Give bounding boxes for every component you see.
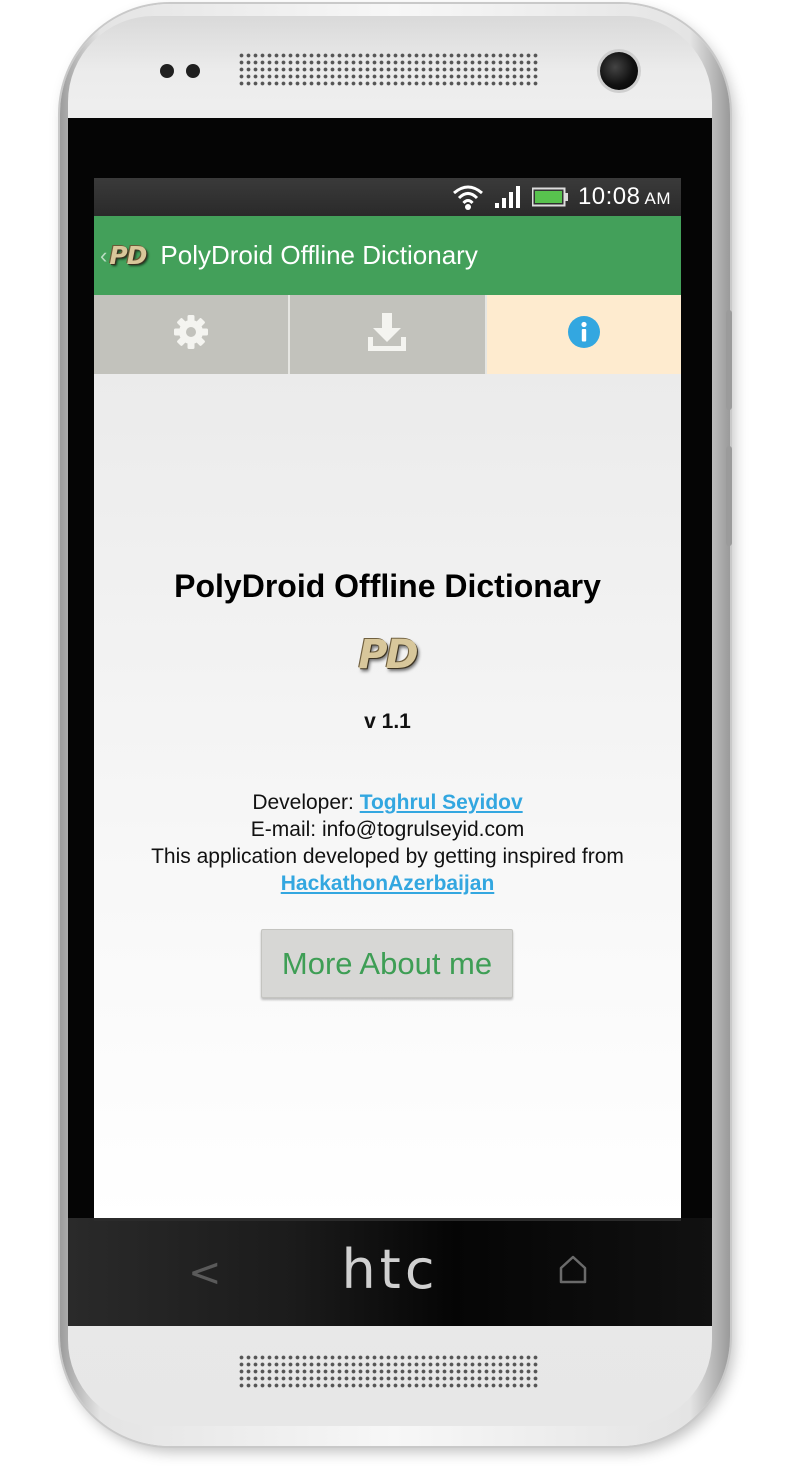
action-bar[interactable]: ‹ PD PolyDroid Offline Dictionary	[94, 216, 681, 295]
more-about-me-button[interactable]: More About me	[261, 929, 513, 998]
clock: 10:08 AM	[578, 183, 671, 211]
about-title: PolyDroid Offline Dictionary	[174, 568, 601, 604]
bottom-speaker	[238, 1354, 538, 1388]
download-icon	[365, 311, 409, 358]
proximity-sensor	[160, 64, 174, 78]
light-sensor	[186, 64, 200, 78]
email-line: E-mail: info@togrulseyid.com	[250, 818, 525, 841]
wifi-icon	[452, 183, 484, 211]
action-bar-title: PolyDroid Offline Dictionary	[160, 240, 478, 270]
developer-link[interactable]: Toghrul Seyidov	[360, 791, 523, 814]
tab-download[interactable]	[288, 295, 485, 374]
hackathon-link[interactable]: HackathonAzerbaijan	[281, 872, 495, 895]
brand-logo: htc	[341, 1238, 439, 1301]
back-key-icon[interactable]: <	[188, 1250, 222, 1296]
earpiece-speaker	[238, 52, 538, 86]
status-bar: 10:08 AM	[94, 178, 681, 216]
front-camera	[600, 52, 638, 90]
developer-info: Developer: Toghrul Seyidov E-mail: info@…	[94, 789, 681, 897]
clock-time: 10:08	[577, 183, 641, 210]
info-icon	[567, 315, 601, 354]
gear-icon	[171, 312, 211, 357]
home-key-icon[interactable]	[556, 1252, 590, 1291]
tab-settings[interactable]	[94, 295, 289, 374]
signal-icon	[494, 185, 522, 209]
about-panel: PolyDroid Offline Dictionary PD v 1.1 De…	[94, 374, 681, 1220]
chevron-left-icon[interactable]: ‹	[100, 243, 107, 269]
volume-up-button	[726, 310, 732, 410]
about-logo: PD	[358, 632, 419, 678]
battery-icon	[531, 187, 568, 207]
version-label: v 1.1	[364, 710, 411, 733]
screen-edge	[94, 1218, 681, 1221]
developer-line: Developer: Toghrul Seyidov	[94, 789, 681, 816]
inspired-line: This application developed by getting in…	[151, 845, 624, 868]
developer-label: Developer:	[252, 791, 360, 814]
tab-info[interactable]	[484, 295, 681, 374]
tab-bar	[94, 295, 681, 374]
volume-down-button	[726, 446, 732, 546]
screen: 10:08 AM ‹ PD PolyDroid Offline Dictionar…	[94, 178, 681, 1220]
clock-ampm: AM	[644, 189, 671, 208]
app-logo[interactable]: PD	[109, 241, 147, 270]
hackathon-line: HackathonAzerbaijan	[94, 870, 681, 897]
